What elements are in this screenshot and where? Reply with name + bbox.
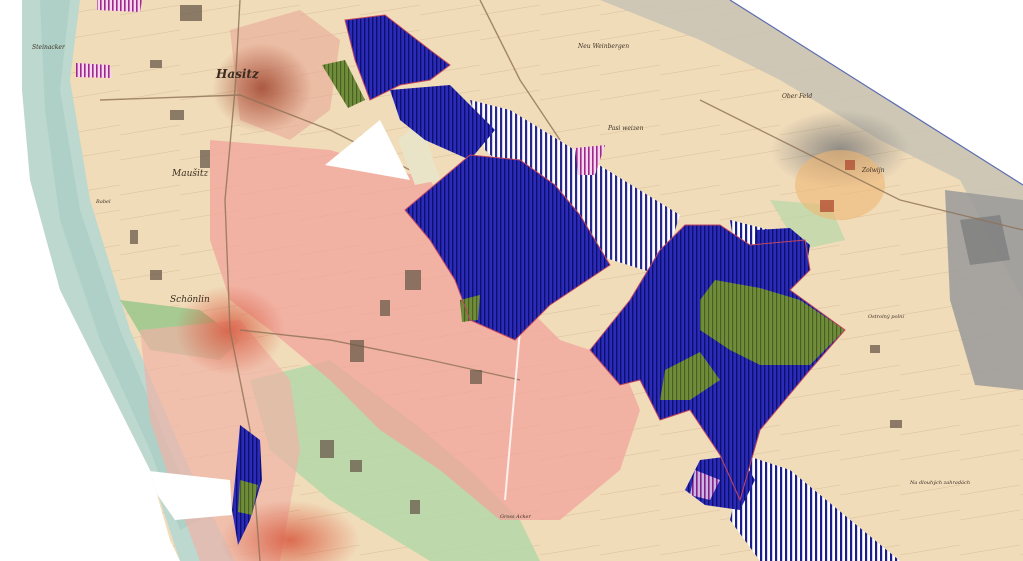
label-neu-weinbergen: Neu Weinbergen (577, 43, 629, 50)
label-hasitz: Hasitz (215, 67, 260, 81)
town-centre-hasitz (212, 43, 312, 133)
label-south-field: Na dlouhých zahradách (909, 479, 970, 486)
label-ober-feld: Ober Feld (782, 93, 812, 100)
magenta-zone-2[interactable] (76, 63, 112, 78)
magenta-zone-1[interactable] (97, 0, 142, 12)
label-pasi-weizen: Pasi weizen (607, 125, 644, 132)
label-rabel: Rabel (95, 199, 111, 205)
historical-map[interactable]: Hasitz Maušitz Schönlin Neu Weinbergen O… (0, 0, 1023, 561)
label-east-field: Ostrolný polní (868, 313, 905, 320)
label-gross-acker: Gross Acker (500, 514, 532, 520)
label-mausitz: Maušitz (171, 168, 208, 179)
label-schonlin: Schönlin (170, 295, 210, 305)
label-east-village: Zolwijn (861, 167, 885, 174)
label-steinacker: Steinacker (32, 44, 66, 51)
